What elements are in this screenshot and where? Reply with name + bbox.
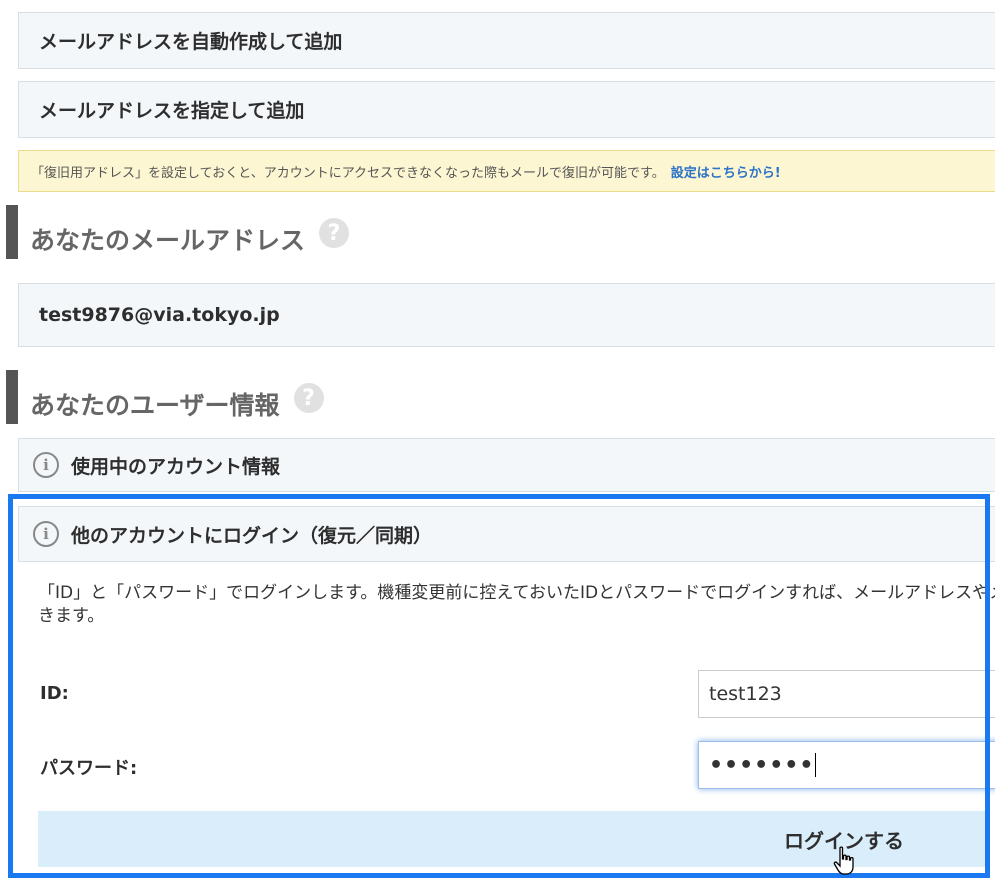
recovery-settings-link[interactable]: 設定はこちらから! [671,162,781,181]
current-account-label: 使用中のアカウント情報 [71,455,281,478]
login-description: 「ID」と「パスワード」でログインします。機種変更前に控えておいたIDとパスワー… [38,582,995,628]
question-circle-icon[interactable]: ? [293,383,324,413]
password-input-value: ••••••• [709,752,815,778]
password-input[interactable]: ••••••• [698,741,995,789]
user-section-title: あなたのユーザー情報 ? [30,383,324,425]
id-input-value: test123 [709,683,782,705]
info-circle-icon: i [33,452,59,478]
section-marker [6,370,18,424]
id-input[interactable]: test123 [698,670,995,718]
auto-create-email-button[interactable]: メールアドレスを自動作成して追加 [18,12,995,69]
section-marker [6,205,18,259]
recovery-notice: 「復旧用アドレス」を設定しておくと、アカウントにアクセスできなくなった際もメール… [18,150,995,192]
hand-pointer-icon [833,846,855,882]
info-circle-icon: i [33,521,59,547]
email-address-value: test9876@via.tokyo.jp [39,304,280,326]
email-section-title: あなたのメールアドレス ? [30,218,350,260]
text-caret [815,753,817,777]
id-label: ID: [40,683,69,704]
specify-email-button[interactable]: メールアドレスを指定して追加 [18,81,995,138]
login-description-line2: きます。 [38,606,105,626]
recovery-notice-text: 「復旧用アドレス」を設定しておくと、アカウントにアクセスできなくなった際もメール… [31,165,665,181]
other-account-login-accordion[interactable]: i 他のアカウントにログイン（復元／同期） [18,506,995,562]
question-circle-icon[interactable]: ? [319,218,350,248]
password-label: パスワード: [40,758,138,779]
other-account-login-label: 他のアカウントにログイン（復元／同期） [71,524,433,547]
email-section-title-text: あなたのメールアドレス [30,226,306,255]
login-description-line1: 「ID」と「パスワード」でログインします。機種変更前に控えておいたIDとパスワー… [38,583,995,603]
current-account-accordion[interactable]: i 使用中のアカウント情報 [18,438,995,492]
user-section-title-text: あなたのユーザー情報 [30,391,280,420]
email-address-display: test9876@via.tokyo.jp [18,283,995,347]
auto-create-email-label: メールアドレスを自動作成して追加 [39,31,343,53]
specify-email-label: メールアドレスを指定して追加 [39,100,305,122]
